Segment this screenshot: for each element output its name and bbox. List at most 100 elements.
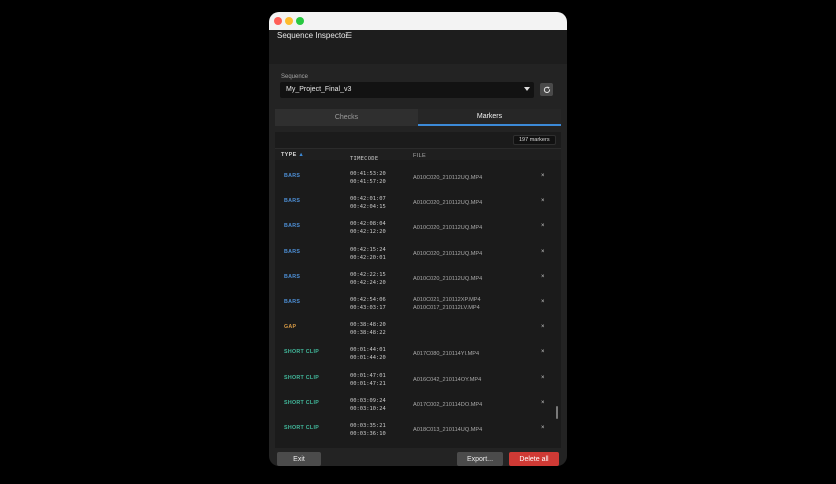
timecode-out: 00:42:04:15	[350, 204, 386, 211]
timecode-in: 00:38:48:20	[350, 322, 386, 329]
timecode-out: 00:41:57:20	[350, 179, 386, 185]
marker-timecode: 00:01:44:01 00:01:44:20	[350, 346, 386, 362]
marker-file: A010C020_210112UQ.MP4	[413, 250, 482, 258]
marker-timecode: 00:03:09:24 00:03:10:24	[350, 397, 386, 413]
table-row[interactable]: BARS 00:42:15:24 00:42:20:01 A010C020_21011…	[275, 240, 561, 265]
timecode-in: 00:03:35:21	[350, 422, 386, 429]
remove-marker-close-icon[interactable]: ×	[541, 249, 545, 255]
refresh-icon	[543, 85, 550, 93]
zoom-window-button[interactable]	[296, 17, 304, 25]
remove-marker-close-icon[interactable]: ×	[541, 198, 545, 204]
remove-marker-close-icon[interactable]: ×	[541, 324, 545, 330]
timecode-out: 00:42:12:20	[350, 229, 386, 236]
table-row[interactable]: SHORT CLIP 00:01:47:01 00:01:47:21 A016C042…	[275, 366, 561, 391]
close-window-button[interactable]	[274, 17, 282, 25]
table-row[interactable]: BARS 00:42:54:06 00:43:03:17 A010C021_21011…	[275, 290, 561, 315]
marker-type-badge: SHORT CLIP	[284, 399, 320, 406]
table-row[interactable]: SHORT CLIP 00:03:35:21 00:03:36:10 A018C013…	[275, 416, 561, 441]
column-header-type[interactable]: TYPE ▲	[281, 152, 304, 158]
timecode-in: 00:41:53:20	[350, 171, 386, 177]
marker-type-badge: BARS	[284, 248, 301, 255]
marker-file: A010C020_210112UQ.MP4	[413, 199, 482, 207]
table-row[interactable]: SHORT CLIP 00:03:09:24 00:03:10:24 A017C002…	[275, 391, 561, 416]
type-header-label: TYPE	[281, 152, 297, 158]
file-name: A016C042_210114OY.MP4	[413, 376, 482, 383]
marker-file: A010C020_210112UQ.MP4	[413, 275, 482, 283]
table-row[interactable]: GAP 00:38:48:20 00:38:48:22 ×	[275, 315, 561, 340]
table-header: TYPE ▲ TIMECODE FILE	[275, 148, 561, 163]
file-name: A010C020_210112UQ.MP4	[413, 225, 483, 232]
marker-timecode: 00:01:47:01 00:01:47:21	[350, 372, 386, 388]
marker-file: A010C020_210112UQ.MP4	[413, 174, 482, 182]
file-name: A010C020_210112UQ.MP4	[413, 175, 483, 181]
timecode-in: 00:42:22:15	[350, 271, 386, 278]
remove-marker-close-icon[interactable]: ×	[541, 425, 545, 431]
sequence-value: My_Project_Final_v3	[286, 85, 352, 93]
remove-marker-close-icon[interactable]: ×	[541, 223, 545, 229]
title-bar	[269, 12, 567, 30]
tab-markers-label: Markers	[476, 113, 503, 120]
timecode-in: 00:01:47:01	[350, 372, 386, 379]
column-header-timecode[interactable]: TIMECODE	[350, 155, 378, 163]
table-row[interactable]: SHORT CLIP 00:01:44:01 00:01:44:20 A017C080…	[275, 340, 561, 365]
file-name: A017C080_210114YI.MP4	[413, 351, 480, 358]
marker-type-badge: BARS	[284, 273, 301, 280]
chevron-down-icon	[524, 87, 530, 91]
tab-checks[interactable]: Checks	[275, 109, 418, 126]
export-button[interactable]: Export...	[457, 452, 503, 466]
column-header-file[interactable]: FILE	[413, 152, 426, 160]
remove-marker-close-icon[interactable]: ×	[541, 400, 545, 406]
timecode-in: 00:03:09:24	[350, 397, 386, 404]
marker-timecode: 00:41:53:20 00:41:57:20	[350, 170, 386, 186]
delete-all-button[interactable]: Delete all	[509, 452, 559, 466]
marker-file: A017C080_210114YI.MP4	[413, 350, 479, 358]
marker-type-badge: BARS	[284, 198, 301, 205]
marker-file: A016C042_210114OY.MP4	[413, 376, 481, 384]
refresh-button[interactable]	[540, 83, 553, 96]
sort-ascending-icon: ▲	[298, 152, 305, 158]
timecode-in: 00:42:15:24	[350, 246, 386, 253]
timecode-out: 00:42:20:01	[350, 254, 386, 261]
file-name: A018C013_210114UQ.MP4	[413, 426, 483, 433]
remove-marker-close-icon[interactable]: ×	[541, 375, 545, 381]
file-name: A010C020_210112UQ.MP4	[413, 275, 483, 282]
remove-marker-close-icon[interactable]: ×	[541, 274, 545, 280]
exit-button[interactable]: Exit	[277, 452, 321, 466]
timecode-in: 00:42:08:04	[350, 221, 386, 228]
marker-timecode: 00:42:01:07 00:42:04:15	[350, 195, 386, 211]
hamburger-icon[interactable]: ☰	[345, 31, 352, 40]
marker-timecode: 00:42:08:04 00:42:12:20	[350, 220, 386, 236]
marker-file: A010C020_210112UQ.MP4	[413, 224, 482, 232]
marker-file: A010C021_210112XP.MP4 A010C017_210112LV.M…	[413, 296, 481, 312]
timecode-out: 00:03:10:24	[350, 405, 386, 412]
table-row[interactable]: BARS 00:42:01:07 00:42:04:15 A010C020_21011…	[275, 189, 561, 214]
marker-timecode: 00:03:35:21 00:03:36:10	[350, 422, 386, 438]
sequence-select[interactable]: My_Project_Final_v3	[280, 82, 534, 98]
sequence-label: Sequence	[281, 74, 309, 80]
marker-type-badge: SHORT CLIP	[284, 349, 320, 356]
remove-marker-close-icon[interactable]: ×	[541, 173, 545, 179]
table-row[interactable]: BARS 00:41:53:20 00:41:57:20 A010C020_21011…	[275, 164, 561, 189]
panel-title: Sequence Inspector	[277, 31, 349, 40]
timecode-out: 00:42:24:20	[350, 279, 386, 286]
timecode-in: 00:42:01:07	[350, 196, 386, 203]
marker-type-badge: BARS	[284, 173, 301, 179]
marker-file: A017C002_210114DO.MP4	[413, 401, 482, 409]
file-name: A010C020_210112UQ.MP4	[413, 250, 483, 257]
marker-type-badge: SHORT CLIP	[284, 424, 320, 431]
remove-marker-close-icon[interactable]: ×	[541, 299, 545, 305]
table-row[interactable]: BARS 00:42:22:15 00:42:24:20 A010C020_21011…	[275, 265, 561, 290]
marker-type-badge: SHORT CLIP	[284, 374, 320, 381]
markers-panel: 197 markers TYPE ▲ TIMECODE FILE BARS 00:…	[275, 132, 561, 448]
table-row[interactable]: BARS 00:42:08:04 00:42:12:20 A010C020_21011…	[275, 214, 561, 239]
file-name: A010C021_210112XP.MP4	[413, 296, 481, 303]
file-name: A010C017_210112LV.MP4	[413, 304, 480, 311]
scrollbar-thumb[interactable]	[556, 406, 558, 419]
remove-marker-close-icon[interactable]: ×	[541, 349, 545, 355]
footer-bar: Exit Export... Delete all	[269, 452, 567, 466]
tab-bar: Checks Markers	[275, 109, 561, 126]
timecode-in: 00:42:54:06	[350, 296, 386, 303]
tab-markers[interactable]: Markers	[418, 109, 561, 126]
marker-timecode: 00:38:48:20 00:38:48:22	[350, 321, 386, 337]
minimize-window-button[interactable]	[285, 17, 293, 25]
